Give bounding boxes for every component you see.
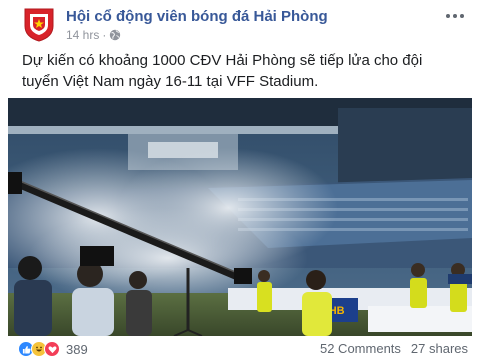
love-icon — [44, 341, 60, 357]
reactions-summary[interactable]: 389 — [18, 341, 88, 357]
more-options-button[interactable] — [444, 6, 466, 26]
globe-icon — [110, 29, 121, 41]
page-name-link[interactable]: Hội cổ động viên bóng đá Hải Phòng — [66, 8, 328, 25]
comments-count-link[interactable]: 52 Comments — [320, 341, 401, 356]
post-meta: 14 hrs · — [66, 28, 121, 42]
more-dot-icon — [446, 14, 450, 18]
post-timestamp[interactable]: 14 hrs — [66, 28, 99, 42]
club-logo-icon — [24, 8, 54, 42]
stadium-photo: SHB — [8, 98, 472, 336]
more-dot-icon — [460, 14, 464, 18]
post-text: Dự kiến có khoảng 1000 CĐV Hải Phòng sẽ … — [22, 52, 423, 90]
post-footer: 389 52 Comments 27 shares — [18, 341, 468, 359]
page-avatar[interactable] — [22, 6, 56, 42]
post-photo[interactable]: SHB — [8, 98, 472, 336]
post-header: Hội cổ động viên bóng đá Hải Phòng 14 hr… — [16, 6, 468, 46]
engagement-counts: 52 Comments 27 shares — [320, 341, 468, 356]
more-dot-icon — [453, 14, 457, 18]
reaction-count[interactable]: 389 — [66, 342, 88, 357]
shares-count-link[interactable]: 27 shares — [411, 341, 468, 356]
